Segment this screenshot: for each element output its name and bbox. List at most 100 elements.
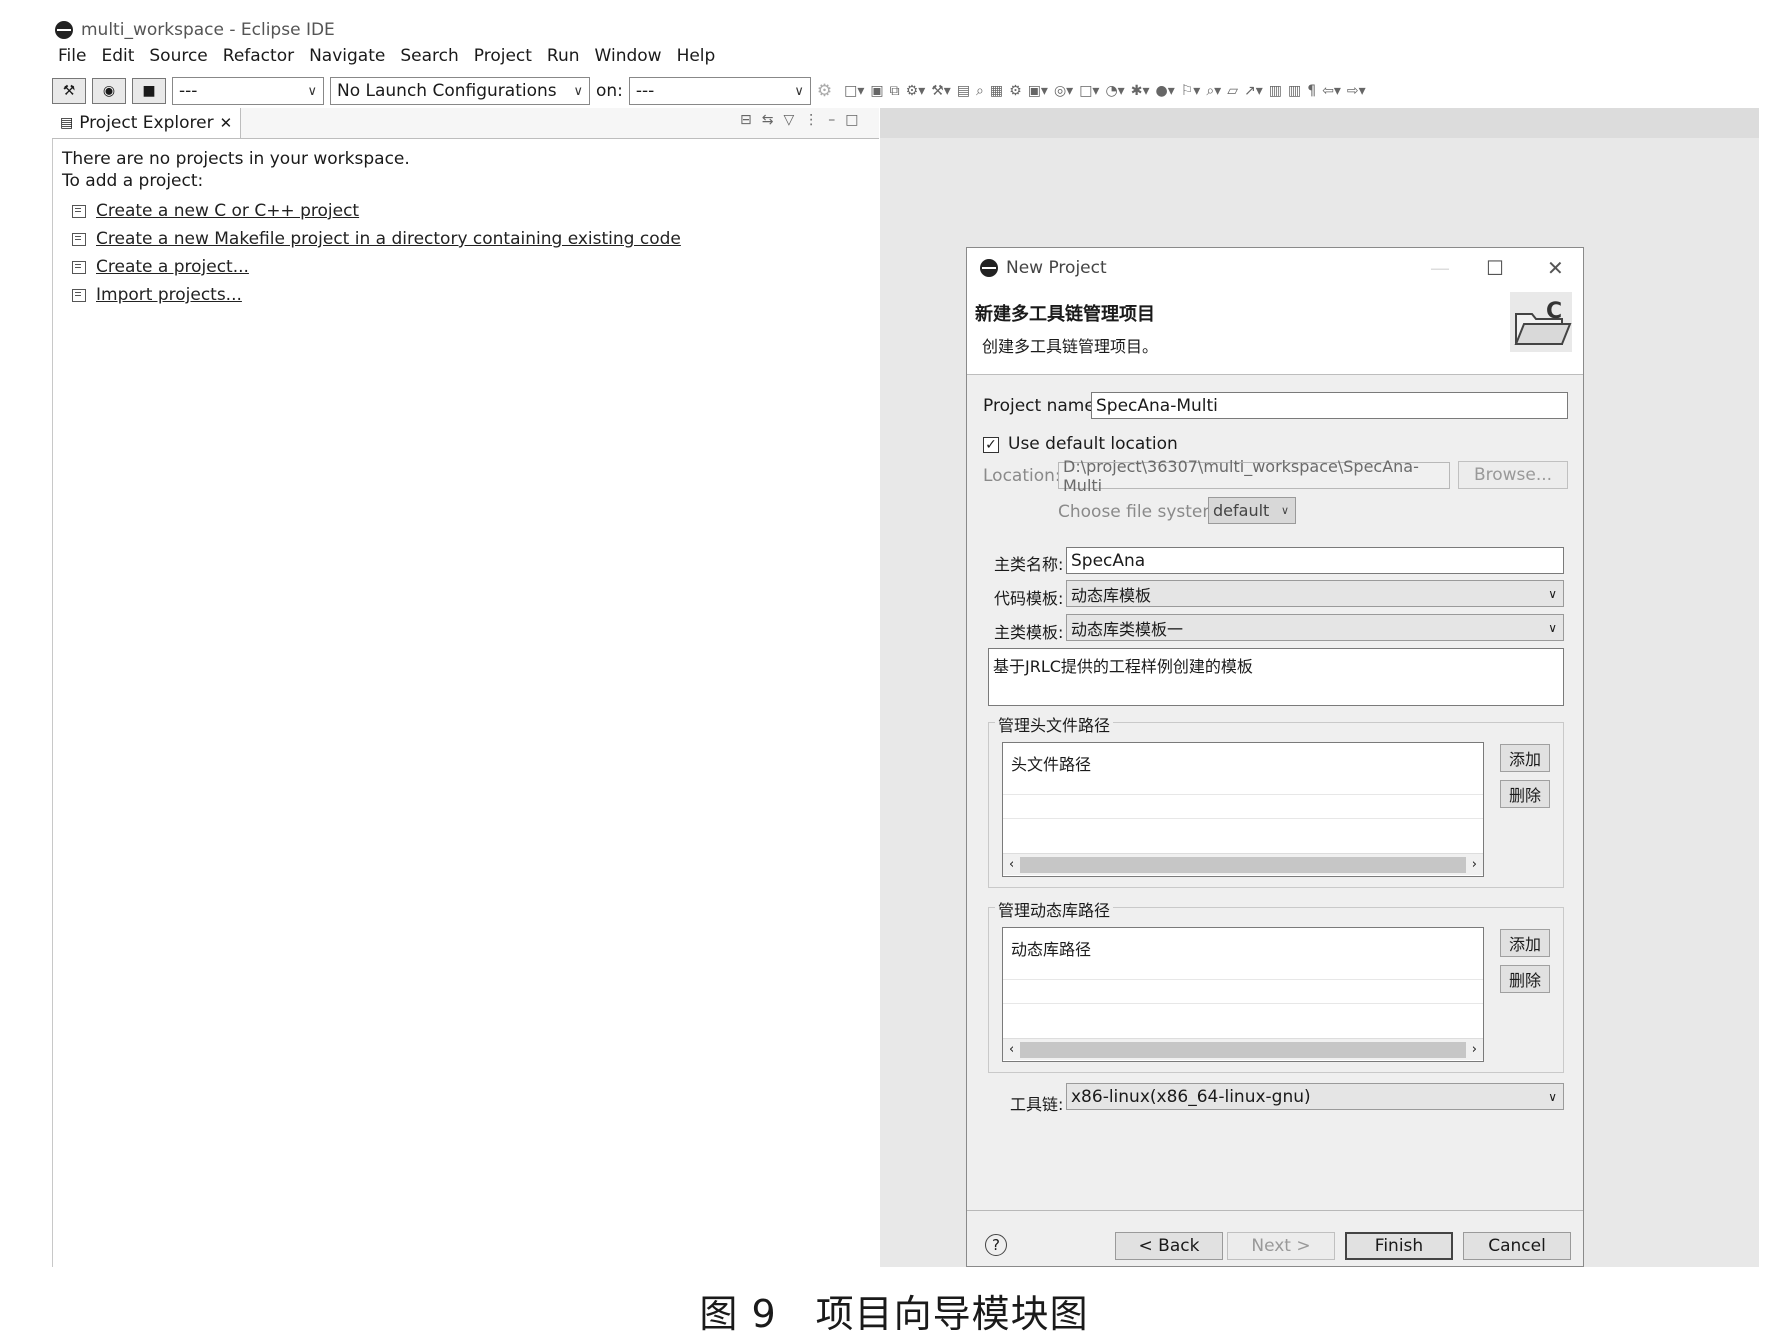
view-menu-icon[interactable]: ⋮ bbox=[804, 112, 818, 128]
package-icon[interactable]: ▣▾ bbox=[1028, 83, 1048, 99]
cancel-button[interactable]: Cancel bbox=[1463, 1232, 1571, 1260]
link-editor-icon[interactable]: ⇆ bbox=[762, 112, 774, 128]
help-icon[interactable]: ? bbox=[985, 1234, 1007, 1256]
class-icon[interactable]: ◎▾ bbox=[1054, 83, 1073, 99]
next-button[interactable]: Next > bbox=[1227, 1232, 1335, 1260]
chevron-left-icon[interactable]: ‹ bbox=[1009, 1042, 1014, 1057]
calendar-icon[interactable]: ▦ bbox=[990, 83, 1003, 99]
code-template-select[interactable]: 动态库模板 ∨ bbox=[1066, 580, 1564, 607]
debug-icon[interactable]: ⚙▾ bbox=[906, 83, 926, 99]
launch-target-select[interactable]: --- ∨ bbox=[628, 77, 811, 105]
class-template-select[interactable]: 动态库类模板一 ∨ bbox=[1066, 614, 1564, 641]
tab-project-explorer[interactable]: ▤ Project Explorer ✕ bbox=[52, 108, 242, 138]
filter-icon[interactable]: ▽ bbox=[783, 112, 794, 128]
bug-icon[interactable]: ✱▾ bbox=[1131, 83, 1150, 99]
file-system-select[interactable]: default ∨ bbox=[1208, 497, 1296, 524]
svg-text:C: C bbox=[1546, 299, 1562, 324]
menu-search[interactable]: Search bbox=[400, 46, 458, 72]
use-default-location-checkbox[interactable]: ✓ bbox=[983, 437, 999, 453]
save-icon[interactable]: ▣ bbox=[870, 83, 883, 99]
editor-tabbar bbox=[880, 108, 1759, 138]
nav-back-icon[interactable]: ⇦▾ bbox=[1322, 83, 1341, 99]
main-class-field[interactable]: SpecAna bbox=[1066, 547, 1564, 574]
finish-button[interactable]: Finish bbox=[1345, 1232, 1453, 1260]
settings-icon[interactable]: ⚙ bbox=[1009, 83, 1022, 99]
maximize-icon[interactable]: ☐ bbox=[1486, 256, 1504, 280]
main-class-label: 主类名称: bbox=[994, 555, 1064, 574]
project-explorer-panel bbox=[52, 139, 881, 1267]
save-all-icon[interactable]: ⧉ bbox=[890, 83, 900, 99]
create-project-link[interactable]: Create a project... bbox=[96, 257, 249, 277]
menu-refactor[interactable]: Refactor bbox=[223, 46, 294, 72]
import-projects-link[interactable]: Import projects... bbox=[96, 285, 242, 305]
menu-run[interactable]: Run bbox=[547, 46, 580, 72]
search-icon[interactable]: ⌕ bbox=[976, 83, 984, 99]
new-icon[interactable]: □▾ bbox=[844, 83, 864, 99]
library-path-list[interactable]: 动态库路径 ‹ › bbox=[1002, 927, 1484, 1062]
block-icon[interactable]: ▥ bbox=[1288, 83, 1301, 99]
file-icon[interactable]: □▾ bbox=[1079, 83, 1099, 99]
chevron-down-icon: ∨ bbox=[307, 83, 317, 99]
browse-button[interactable]: Browse... bbox=[1458, 461, 1568, 489]
chevron-right-icon[interactable]: › bbox=[1472, 1042, 1477, 1057]
chevron-left-icon[interactable]: ‹ bbox=[1009, 857, 1014, 872]
menu-window[interactable]: Window bbox=[595, 46, 662, 72]
add-header-path-button[interactable]: 添加 bbox=[1500, 744, 1550, 772]
create-cpp-project-link[interactable]: Create a new C or C++ project bbox=[96, 201, 359, 221]
open-icon[interactable]: ▱ bbox=[1227, 83, 1238, 99]
run-icon[interactable]: ◔▾ bbox=[1105, 83, 1124, 99]
nav-forward-icon[interactable]: ⇨▾ bbox=[1347, 83, 1366, 99]
pin-icon[interactable]: ↗▾ bbox=[1244, 83, 1263, 99]
minimize-icon[interactable]: – bbox=[828, 112, 835, 128]
launch-icon[interactable]: ◉ bbox=[92, 78, 126, 104]
menu-edit[interactable]: Edit bbox=[101, 46, 134, 72]
class-template-label: 主类模板: bbox=[994, 623, 1064, 642]
window-title: multi_workspace - Eclipse IDE bbox=[81, 20, 335, 40]
toolchain-select[interactable]: x86-linux(x86_64-linux-gnu) ∨ bbox=[1066, 1083, 1564, 1110]
paragraph-icon[interactable]: ¶ bbox=[1307, 83, 1316, 99]
delete-header-path-button[interactable]: 删除 bbox=[1500, 780, 1550, 808]
toolbar-icon-strip: □▾ ▣ ⧉ ⚙▾ ⚒▾ ▤ ⌕ ▦ ⚙ ▣▾ ◎▾ □▾ ◔▾ ✱▾ ●▾ ⚐… bbox=[844, 83, 1759, 99]
minimize-icon[interactable]: — bbox=[1430, 256, 1450, 280]
list-item[interactable]: 动态库路径 bbox=[1003, 928, 1483, 980]
maximize-icon[interactable]: □ bbox=[845, 112, 858, 128]
menu-source[interactable]: Source bbox=[149, 46, 207, 72]
template-description-text[interactable]: 基于JRLC提供的工程样例创建的模板 bbox=[988, 648, 1564, 706]
figure-caption: 图 9 项目向导模块图 bbox=[699, 1292, 1089, 1336]
menu-help[interactable]: Help bbox=[677, 46, 716, 72]
horizontal-scrollbar[interactable]: ‹ › bbox=[1003, 853, 1483, 875]
profile-icon[interactable]: ●▾ bbox=[1155, 83, 1174, 99]
create-makefile-project-link[interactable]: Create a new Makefile project in a direc… bbox=[96, 229, 681, 249]
dialog-title: New Project bbox=[1006, 258, 1107, 278]
eclipse-logo-icon bbox=[980, 259, 998, 277]
gear-icon[interactable]: ⚙ bbox=[817, 81, 832, 101]
collapse-all-icon[interactable]: ⊟ bbox=[740, 112, 752, 128]
launch-config-select[interactable]: No Launch Configurations ∨ bbox=[330, 77, 590, 105]
mark-icon[interactable]: ▥ bbox=[1269, 83, 1282, 99]
scrollbar-thumb[interactable] bbox=[1020, 1041, 1466, 1058]
scrollbar-thumb[interactable] bbox=[1020, 856, 1466, 873]
stop-icon[interactable]: ■ bbox=[132, 78, 166, 104]
console-icon[interactable]: ▤ bbox=[957, 83, 970, 99]
project-name-field[interactable]: SpecAna-Multi bbox=[1091, 392, 1568, 419]
chevron-down-icon: ∨ bbox=[1548, 1089, 1557, 1104]
menu-file[interactable]: File bbox=[58, 46, 86, 72]
menu-navigate[interactable]: Navigate bbox=[309, 46, 385, 72]
close-icon[interactable]: ✕ bbox=[1547, 256, 1564, 280]
build-icon[interactable]: ⚒▾ bbox=[931, 83, 951, 99]
horizontal-scrollbar[interactable]: ‹ › bbox=[1003, 1038, 1483, 1060]
header-path-list[interactable]: 头文件路径 ‹ › bbox=[1002, 742, 1484, 877]
location-field[interactable]: D:\project\36307\multi_workspace\SpecAna… bbox=[1058, 457, 1450, 495]
hammer-icon[interactable]: ⚒ bbox=[52, 78, 86, 104]
tool-icon[interactable]: ⚐▾ bbox=[1181, 83, 1201, 99]
chevron-right-icon[interactable]: › bbox=[1472, 857, 1477, 872]
list-item[interactable]: 头文件路径 bbox=[1003, 743, 1483, 795]
launch-mode-select[interactable]: --- ∨ bbox=[172, 77, 324, 105]
close-icon[interactable]: ✕ bbox=[220, 114, 233, 132]
window-titlebar: multi_workspace - Eclipse IDE bbox=[55, 16, 335, 44]
menu-project[interactable]: Project bbox=[474, 46, 532, 72]
add-library-path-button[interactable]: 添加 bbox=[1500, 929, 1550, 957]
delete-library-path-button[interactable]: 删除 bbox=[1500, 965, 1550, 993]
find-icon[interactable]: ⌕▾ bbox=[1206, 83, 1221, 99]
back-button[interactable]: < Back bbox=[1115, 1232, 1223, 1260]
